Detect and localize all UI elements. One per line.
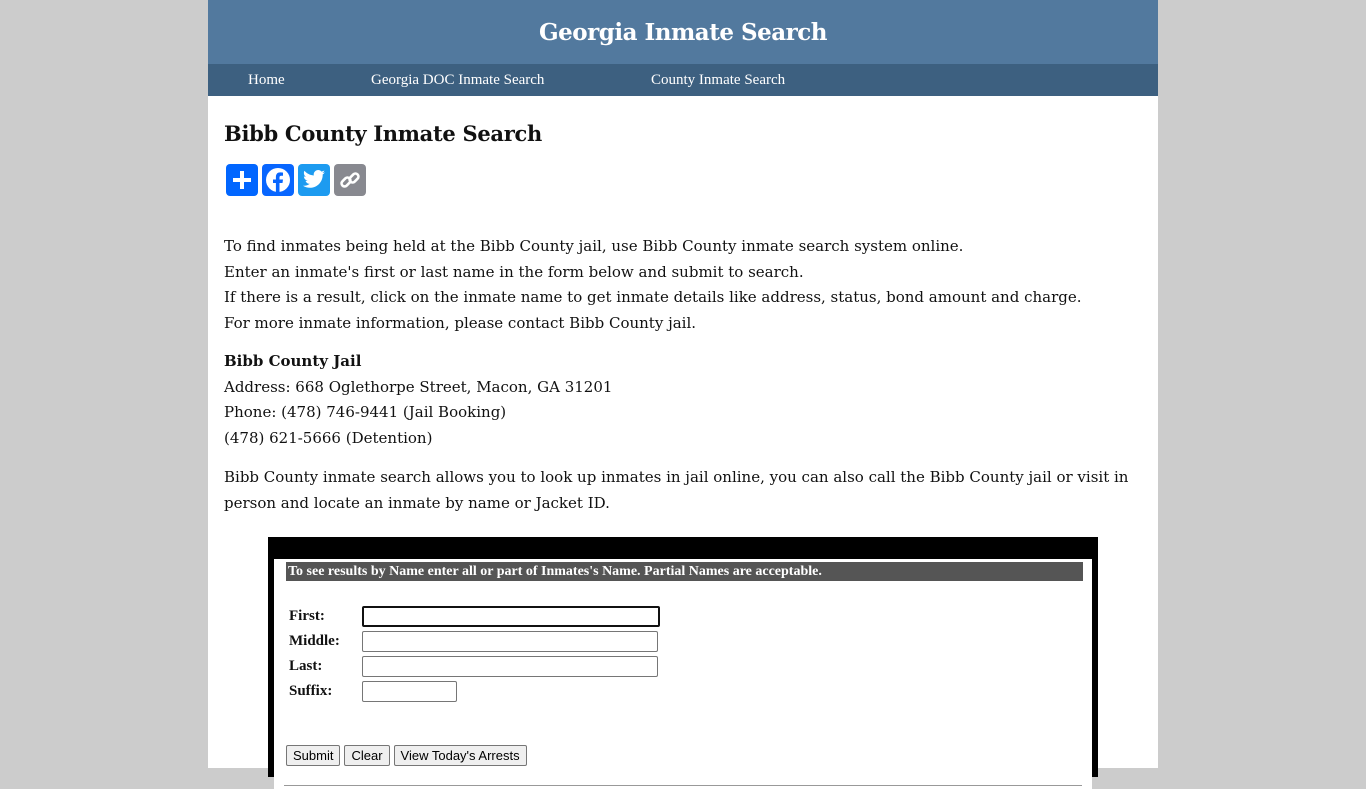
form-instructions: To see results by Name enter all or part… — [286, 562, 1083, 581]
twitter-share-button[interactable] — [298, 164, 330, 196]
first-name-input[interactable] — [362, 606, 660, 627]
suffix-input[interactable] — [362, 681, 457, 702]
share-button[interactable] — [226, 164, 258, 196]
middle-name-label: Middle: — [289, 633, 340, 649]
intro-line: For more inmate information, please cont… — [224, 313, 697, 332]
middle-name-row: Middle: — [289, 631, 658, 652]
page-title: Bibb County Inmate Search — [224, 121, 542, 146]
inmate-search-form: To see results by Name enter all or part… — [274, 559, 1092, 789]
page-container: Georgia Inmate Search Home Georgia DOC I… — [208, 0, 1158, 789]
jail-phone-booking: Phone: (478) 746-9441 (Jail Booking) — [224, 403, 507, 421]
facebook-share-button[interactable] — [262, 164, 294, 196]
view-todays-arrests-button[interactable]: View Today's Arrests — [393, 745, 527, 766]
main-nav: Home Georgia DOC Inmate Search County In… — [208, 64, 1158, 96]
jail-phone-detention: (478) 621-5666 (Detention) — [224, 428, 433, 447]
form-buttons: Submit Clear View Today's Arrests — [286, 745, 527, 766]
copy-link-button[interactable] — [334, 164, 366, 196]
intro-line: To find inmates being held at the Bibb C… — [224, 237, 964, 255]
jail-name: Bibb County Jail — [224, 352, 362, 370]
jail-info: Bibb County Jail Address: 668 Oglethorpe… — [224, 349, 612, 451]
last-name-label: Last: — [289, 658, 323, 674]
last-name-input[interactable] — [362, 656, 658, 677]
first-name-row: First: — [289, 606, 660, 627]
form-divider — [284, 785, 1082, 786]
middle-name-input[interactable] — [362, 631, 658, 652]
twitter-icon — [303, 170, 325, 188]
last-name-row: Last: — [289, 656, 658, 677]
first-name-label: First: — [289, 608, 325, 624]
nav-home[interactable]: Home — [248, 64, 285, 96]
facebook-icon — [266, 168, 290, 193]
site-title[interactable]: Georgia Inmate Search — [539, 19, 827, 46]
nav-county-inmate-search[interactable]: County Inmate Search — [651, 64, 785, 96]
suffix-row: Suffix: — [289, 681, 457, 702]
intro-text: To find inmates being held at the Bibb C… — [224, 234, 1082, 336]
share-plus-icon — [233, 171, 251, 189]
intro-line: Enter an inmate's first or last name in … — [224, 262, 804, 281]
description-text: Bibb County inmate search allows you to … — [224, 468, 1129, 512]
inmate-search-form-frame: To see results by Name enter all or part… — [268, 537, 1098, 789]
copy-link-icon — [340, 172, 360, 188]
jail-address: Address: 668 Oglethorpe Street, Macon, G… — [224, 377, 613, 396]
clear-button[interactable]: Clear — [344, 745, 390, 766]
share-buttons — [226, 164, 366, 196]
site-header: Georgia Inmate Search — [208, 0, 1158, 64]
suffix-label: Suffix: — [289, 683, 333, 699]
nav-georgia-doc-inmate-search[interactable]: Georgia DOC Inmate Search — [371, 64, 544, 96]
intro-line: If there is a result, click on the inmat… — [224, 288, 1082, 306]
submit-button[interactable]: Submit — [286, 745, 341, 766]
search-description: Bibb County inmate search allows you to … — [224, 465, 1144, 516]
